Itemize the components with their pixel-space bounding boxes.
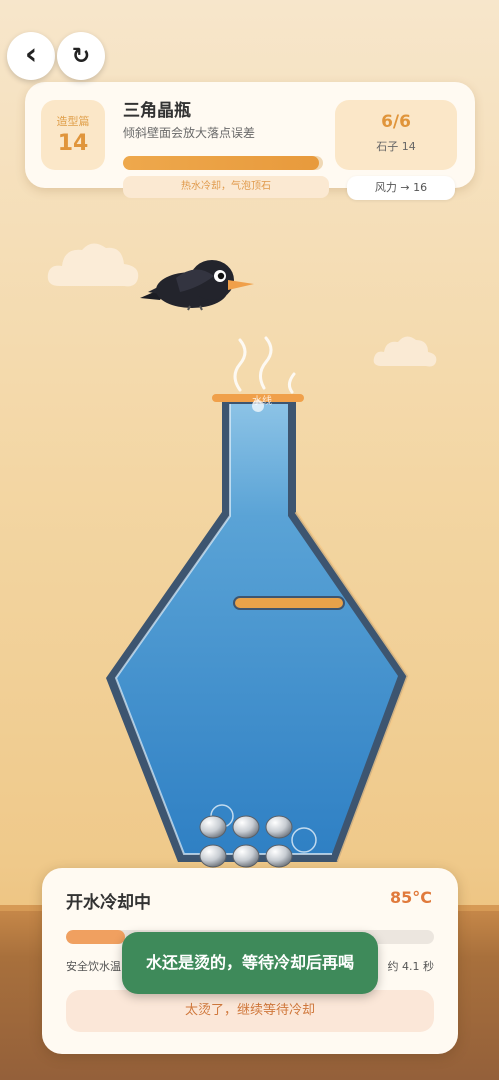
stone	[265, 844, 293, 868]
cooling-safe-label: 安全饮水温	[66, 960, 121, 973]
level-progress-fill	[123, 156, 319, 170]
stone	[232, 815, 260, 839]
hint-tag: 热水冷却，气泡顶石	[123, 176, 329, 198]
stone	[199, 844, 227, 868]
stone-count: 6/6	[381, 112, 411, 132]
level-subtitle: 倾斜壁面会放大落点误差	[123, 126, 256, 140]
wind-indicator: 风力 → 16	[347, 176, 455, 200]
bottle-ledge	[233, 596, 345, 610]
back-button[interactable]: ‹	[7, 32, 55, 80]
restart-button[interactable]: ↻	[57, 32, 105, 80]
level-category: 造型篇	[56, 115, 90, 128]
cooling-time-remaining: 约 4.1 秒	[387, 960, 435, 973]
level-title: 三角晶瓶	[123, 101, 191, 121]
level-badge: 造型篇 14	[41, 100, 105, 170]
cooling-title: 开水冷却中	[66, 893, 151, 913]
stone	[265, 815, 293, 839]
level-header-card: 造型篇 14 三角晶瓶 倾斜壁面会放大落点误差 热水冷却，气泡顶石 6/6 石子…	[25, 82, 475, 200]
stone	[232, 844, 260, 868]
toast-message: 水还是烫的，等待冷却后再喝	[122, 932, 378, 994]
wait-cooling-button[interactable]: 太烫了，继续等待冷却	[66, 990, 434, 1032]
stones-label: 石子 14	[376, 140, 416, 153]
crow	[140, 260, 254, 311]
steam	[233, 336, 296, 394]
level-progress-bar	[123, 156, 323, 170]
stone-stats: 6/6 石子 14	[335, 100, 457, 170]
chevron-left-icon: ‹	[24, 36, 38, 72]
level-number: 14	[57, 131, 89, 156]
cooling-progress-fill	[66, 930, 125, 944]
cooling-temperature: 85°C	[389, 888, 432, 907]
refresh-icon: ↻	[71, 43, 91, 69]
water-line-label: 水线	[252, 394, 272, 407]
stone	[199, 815, 227, 839]
